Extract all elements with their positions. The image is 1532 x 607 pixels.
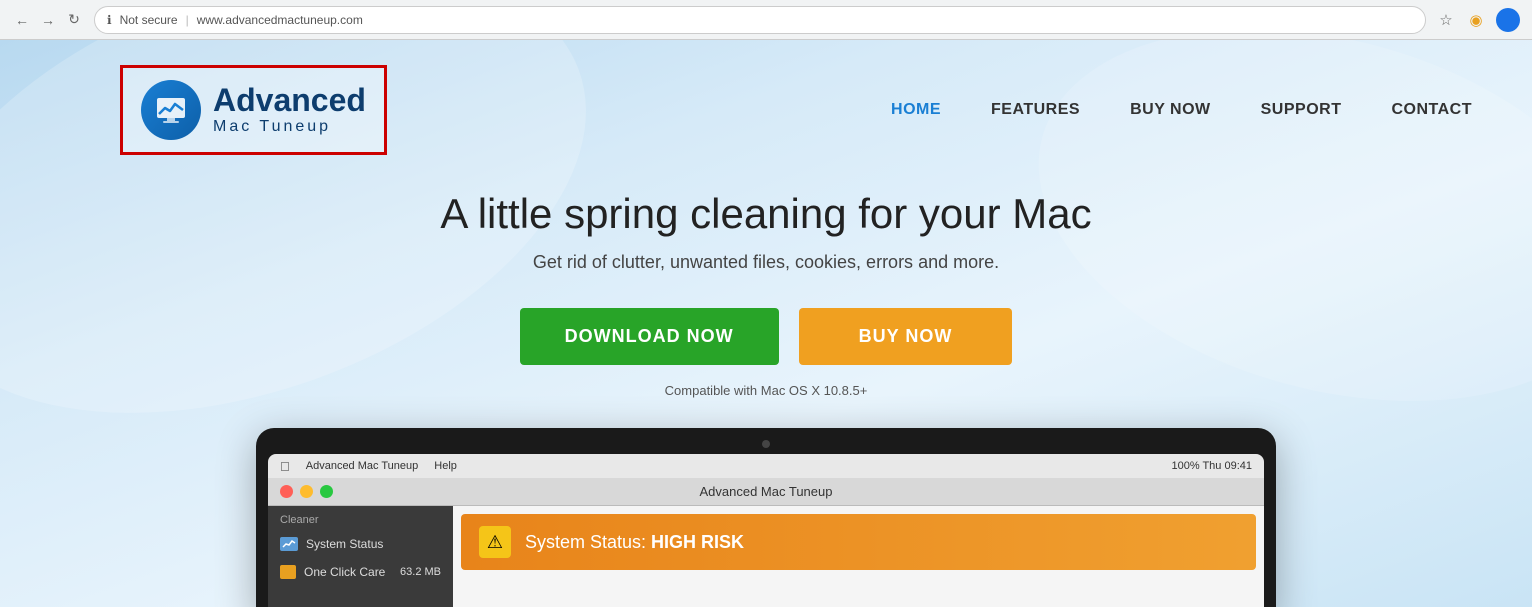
logo-text: Advanced Mac Tuneup [213, 84, 366, 136]
nav-support[interactable]: SUPPORT [1261, 101, 1342, 119]
browser-chrome: ← → ↻ ℹ Not secure | www.advancedmactune… [0, 0, 1532, 40]
app-main-content: ⚠ System Status: HIGH RISK [453, 506, 1264, 607]
buy-now-button[interactable]: BUY NOW [799, 308, 1013, 365]
menu-right-info: 100% Thu 09:41 [1171, 460, 1252, 472]
hero-title: A little spring cleaning for your Mac [0, 190, 1532, 238]
compatibility-text: Compatible with Mac OS X 10.8.5+ [0, 383, 1532, 398]
status-text: System Status: HIGH RISK [525, 532, 744, 553]
logo-title: Advanced [213, 84, 366, 116]
site-nav: HOME FEATURES BUY NOW SUPPORT CONTACT [891, 101, 1472, 119]
app-menu-name: Advanced Mac Tuneup [306, 460, 419, 472]
browser-right-icons: ☆ ◉ [1436, 8, 1520, 32]
app-window-title: Advanced Mac Tuneup [700, 484, 833, 499]
security-label: Not secure [120, 13, 178, 27]
back-button[interactable]: ← [12, 10, 32, 30]
site-header: Advanced Mac Tuneup HOME FEATURES BUY NO… [0, 40, 1532, 180]
reload-button[interactable]: ↻ [64, 10, 84, 30]
mac-menubar-left:  Advanced Mac Tuneup Help [280, 459, 457, 474]
mac-screen:  Advanced Mac Tuneup Help 100% Thu 09:4… [268, 454, 1264, 607]
app-sidebar: Cleaner System Status One Click Care [268, 506, 453, 607]
one-click-care-icon [280, 565, 296, 579]
maximize-button[interactable] [320, 485, 333, 498]
app-titlebar: Advanced Mac Tuneup [268, 478, 1264, 506]
nav-buttons: ← → ↻ [12, 10, 84, 30]
star-icon[interactable]: ☆ [1436, 10, 1456, 30]
hero-buttons: DOWNLOAD NOW BUY NOW [0, 308, 1532, 365]
address-bar[interactable]: ℹ Not secure | www.advancedmactuneup.com [94, 6, 1426, 34]
camera-dot [268, 440, 1264, 448]
nav-buy-now[interactable]: BUY NOW [1130, 101, 1211, 119]
status-banner: ⚠ System Status: HIGH RISK [461, 514, 1256, 570]
logo-icon [141, 80, 201, 140]
url-display: www.advancedmactuneup.com [197, 13, 363, 27]
app-window: Advanced Mac Tuneup Cleaner System Statu… [268, 478, 1264, 607]
status-prefix: System Status: [525, 532, 651, 552]
nav-features[interactable]: FEATURES [991, 101, 1080, 119]
hero-subtitle: Get rid of clutter, unwanted files, cook… [0, 252, 1532, 273]
mac-menubar:  Advanced Mac Tuneup Help 100% Thu 09:4… [268, 454, 1264, 478]
apple-logo:  [280, 459, 290, 474]
rss-icon[interactable]: ◉ [1466, 10, 1486, 30]
status-level: HIGH RISK [651, 532, 744, 552]
app-body: Cleaner System Status One Click Care [268, 506, 1264, 607]
sidebar-system-status-label: System Status [306, 537, 383, 551]
forward-button[interactable]: → [38, 10, 58, 30]
logo-subtitle: Mac Tuneup [213, 118, 366, 136]
mac-menubar-right: 100% Thu 09:41 [1171, 460, 1252, 472]
sidebar-item-one-click-care[interactable]: One Click Care 63.2 MB [268, 558, 453, 586]
mac-screenshot-container:  Advanced Mac Tuneup Help 100% Thu 09:4… [0, 428, 1532, 607]
logo-container[interactable]: Advanced Mac Tuneup [120, 65, 387, 155]
close-button[interactable] [280, 485, 293, 498]
mac-frame:  Advanced Mac Tuneup Help 100% Thu 09:4… [256, 428, 1276, 607]
security-indicator: ℹ [107, 13, 112, 27]
website-content: Advanced Mac Tuneup HOME FEATURES BUY NO… [0, 40, 1532, 607]
hero-section: A little spring cleaning for your Mac Ge… [0, 180, 1532, 418]
sidebar-section-label: Cleaner [268, 506, 453, 530]
system-status-icon [280, 537, 298, 551]
download-now-button[interactable]: DOWNLOAD NOW [520, 308, 779, 365]
nav-home[interactable]: HOME [891, 101, 941, 119]
minimize-button[interactable] [300, 485, 313, 498]
warning-icon: ⚠ [479, 526, 511, 558]
sidebar-one-click-label: One Click Care [304, 565, 385, 579]
help-menu: Help [434, 460, 457, 472]
avatar[interactable] [1496, 8, 1520, 32]
nav-contact[interactable]: CONTACT [1391, 101, 1472, 119]
sidebar-item-system-status[interactable]: System Status [268, 530, 453, 558]
one-click-size: 63.2 MB [400, 566, 441, 578]
traffic-lights [280, 485, 333, 498]
